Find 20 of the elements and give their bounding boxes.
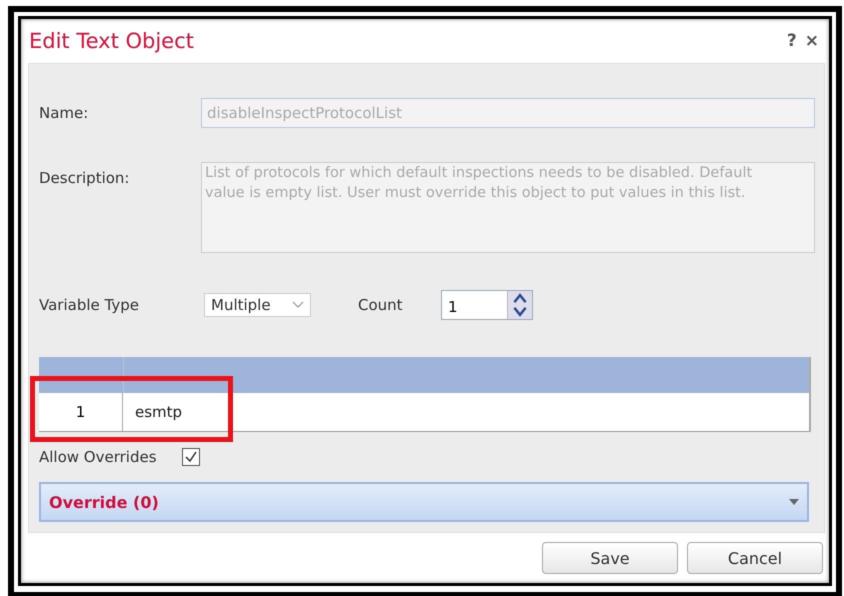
allow-overrides-checkbox[interactable] — [182, 448, 200, 466]
variable-type-dropdown[interactable]: Multiple — [204, 293, 311, 317]
field-label: Description: — [39, 168, 130, 189]
help-button[interactable]: ? — [784, 31, 799, 51]
close-button[interactable]: × — [802, 31, 821, 51]
field-label: Name: — [39, 104, 90, 122]
override-panel[interactable]: Override (0) — [39, 482, 809, 522]
checkmark-icon — [182, 449, 199, 465]
row-number: 1 — [39, 393, 123, 431]
dialog-button[interactable]: Save — [542, 542, 678, 574]
chevron-down-icon — [292, 301, 304, 309]
field-label: Variable Type — [39, 296, 140, 314]
field-label: Count — [358, 296, 404, 314]
panel-title: Override (0) — [49, 492, 159, 512]
count-spinner[interactable]: 1 — [441, 290, 533, 320]
table-cell-text: esmtp — [134, 403, 182, 421]
checkbox-label: Allow Overrides — [39, 448, 157, 466]
dialog-button[interactable]: Cancel — [687, 542, 823, 574]
dialog-title: Edit Text Object — [29, 29, 194, 53]
dropdown-arrow-icon — [789, 499, 799, 505]
